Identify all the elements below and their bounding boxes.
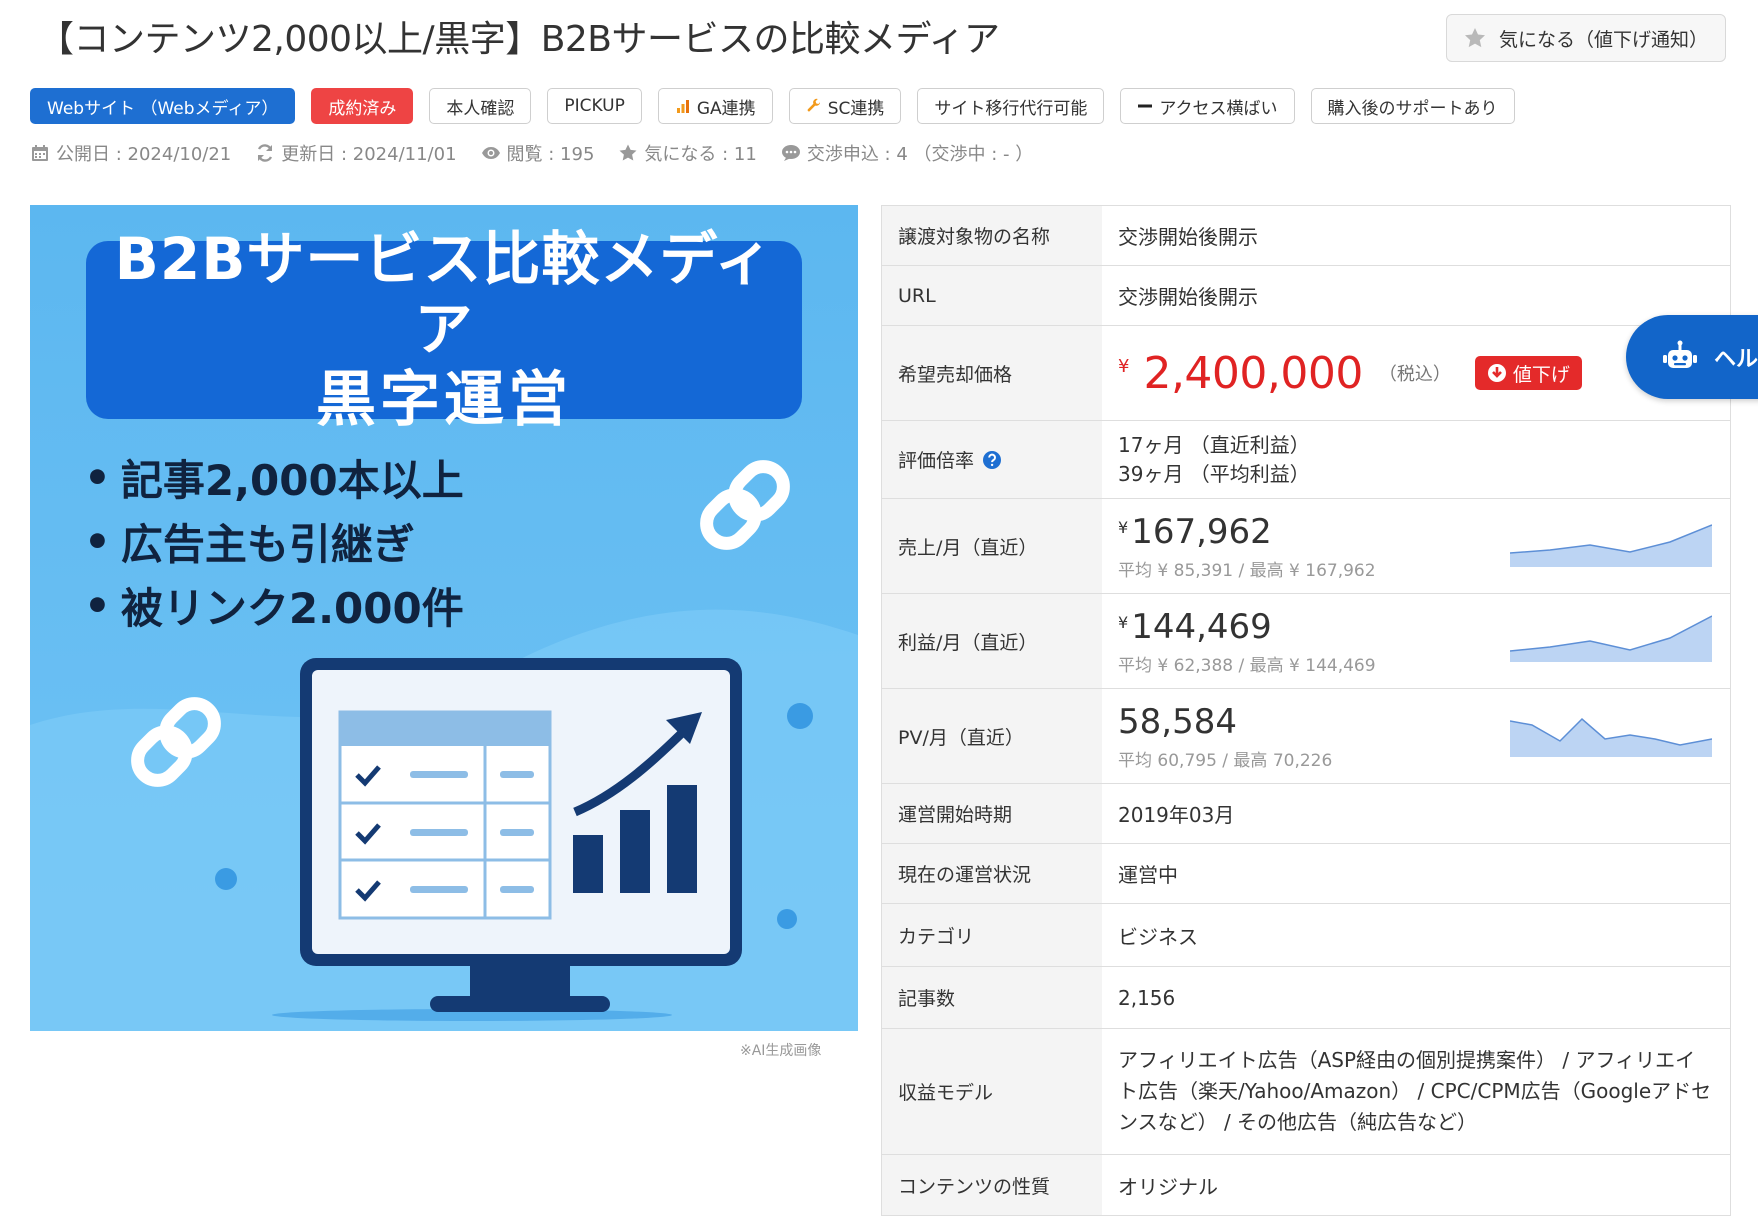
detail-label: 希望売却価格: [882, 326, 1102, 420]
hero-banner: B2Bサービス比較メディア 黒字運営: [86, 225, 802, 435]
detail-label: PV/月（直近）: [882, 689, 1102, 783]
hero-banner-line2: 黒字運営: [316, 365, 572, 435]
tax-note: （税込）: [1378, 364, 1451, 385]
question-circle-icon[interactable]: [982, 450, 1002, 470]
favorite-count: 気になる : 11: [618, 140, 757, 166]
detail-label: 収益モデル: [882, 1029, 1102, 1154]
detail-row-name: 譲渡対象物の名称 交渉開始後開示: [882, 206, 1731, 266]
detail-label: 利益/月（直近）: [882, 594, 1102, 688]
eye-icon: [481, 147, 500, 159]
tag-ga-linked[interactable]: GA連携: [657, 88, 773, 124]
price-box: ¥ 2,400,000 （税込） 値下げ: [1118, 348, 1582, 399]
detail-row-status: 現在の運営状況 運営中: [882, 844, 1731, 904]
price-drop-badge: 値下げ: [1474, 356, 1582, 390]
detail-label: 運営開始時期: [882, 784, 1102, 843]
detail-value: 運営中: [1102, 844, 1731, 903]
detail-row-category: カテゴリ ビジネス: [882, 904, 1731, 967]
price-currency: ¥: [1118, 355, 1130, 377]
detail-label: コンテンツの性質: [882, 1155, 1102, 1215]
listing-details-table: 譲渡対象物の名称 交渉開始後開示 URL 交渉開始後開示 希望売却価格 ¥ 2,…: [881, 205, 1731, 1216]
detail-value: 2019年03月: [1102, 784, 1731, 843]
sales-value: 167,962: [1131, 511, 1272, 552]
tag-sc-linked[interactable]: SC連携: [788, 88, 902, 124]
hero-banner-line1: B2Bサービス比較メディア: [114, 225, 774, 363]
listing-hero-image: B2Bサービス比較メディア 黒字運営 記事2,000本以上 広告主も引継ぎ 被リ…: [30, 205, 858, 1031]
detail-row-start: 運営開始時期 2019年03月: [882, 784, 1731, 844]
detail-value: ビジネス: [1102, 904, 1731, 966]
detail-value: アフィリエイト広告（ASP経由の個別提携案件） / アフィリエイト広告（楽天/Y…: [1118, 1048, 1712, 1134]
detail-value: 交渉開始後開示: [1102, 206, 1731, 265]
sales-summary: 平均 ¥ 85,391 / 最高 ¥ 167,962: [1118, 560, 1376, 581]
bar-chart-icon: [676, 100, 689, 113]
tag-pickup[interactable]: PICKUP: [547, 88, 642, 124]
view-count: 閲覧 : 195: [481, 140, 594, 166]
favorite-button[interactable]: 気になる（値下げ通知）: [1446, 14, 1726, 62]
pv-value: 58,584: [1118, 701, 1237, 742]
page-title: 【コンテンツ2,000以上/黒字】B2Bサービスの比較メディア: [38, 19, 1000, 60]
star-icon: [619, 144, 637, 161]
hero-bullets: 記事2,000本以上 広告主も引継ぎ 被リンク2.000件: [84, 445, 464, 637]
tag-identity-verified[interactable]: 本人確認: [429, 88, 532, 124]
detail-row-pv: PV/月（直近） 58,584 平均 60,795 / 最高 70,226: [882, 689, 1731, 784]
profit-value: 144,469: [1131, 606, 1272, 647]
detail-value: 交渉開始後開示: [1102, 266, 1731, 325]
profit-sparkline: [1510, 615, 1712, 662]
detail-row-ratio: 評価倍率 17ヶ月 （直近利益） 39ヶ月 （平均利益）: [882, 421, 1731, 499]
detail-label: 現在の運営状況: [882, 844, 1102, 903]
refresh-icon: [258, 144, 273, 162]
detail-value: オリジナル: [1102, 1155, 1731, 1215]
tag-list: Webサイト （Webメディア） 成約済み 本人確認 PICKUP GA連携 S…: [30, 88, 1515, 124]
help-tab[interactable]: ヘルプ: [1626, 315, 1758, 399]
tag-migration-available[interactable]: サイト移行代行可能: [917, 88, 1105, 124]
help-tab-label: ヘルプ: [1714, 347, 1758, 372]
ai-image-caption: ※AI生成画像: [740, 1043, 822, 1059]
sales-sparkline: [1510, 524, 1712, 567]
arrow-down-circle-icon: [1487, 364, 1506, 382]
asking-price: 2,400,000: [1143, 347, 1363, 399]
pv-summary: 平均 60,795 / 最高 70,226: [1118, 750, 1333, 771]
detail-row-sales: 売上/月（直近） ¥167,962 平均 ¥ 85,391 / 最高 ¥ 167…: [882, 499, 1731, 594]
tag-post-support[interactable]: 購入後のサポートあり: [1310, 88, 1515, 124]
profit-summary: 平均 ¥ 62,388 / 最高 ¥ 144,469: [1118, 655, 1376, 676]
ratio-recent: 17ヶ月 （直近利益）: [1118, 432, 1310, 457]
hero-bullet: 広告主も引継ぎ: [84, 509, 464, 573]
detail-label: URL: [882, 266, 1102, 325]
ratio-average: 39ヶ月 （平均利益）: [1118, 461, 1310, 486]
detail-label: 評価倍率: [898, 450, 975, 472]
tag-access-flat[interactable]: アクセス横ばい: [1120, 88, 1295, 124]
published-date: 公開日 : 2024/10/21: [30, 140, 231, 166]
comment-icon: [781, 145, 800, 161]
calendar-icon: [32, 145, 48, 161]
detail-label: 譲渡対象物の名称: [882, 206, 1102, 265]
minus-icon: [1138, 104, 1153, 108]
tag-website-type[interactable]: Webサイト （Webメディア）: [30, 88, 296, 124]
detail-label: 記事数: [882, 967, 1102, 1028]
tag-closed[interactable]: 成約済み: [311, 88, 414, 124]
favorite-button-label: 気になる（値下げ通知）: [1499, 28, 1709, 51]
detail-row-content: コンテンツの性質 オリジナル: [882, 1155, 1731, 1216]
hero-bullet: 記事2,000本以上: [84, 445, 464, 509]
pv-sparkline: [1510, 717, 1712, 757]
currency-symbol: ¥: [1118, 517, 1129, 537]
detail-row-url: URL 交渉開始後開示: [882, 266, 1731, 326]
offer-count: 交渉申込 : 4 （交渉中 : - ）: [781, 140, 1033, 166]
listing-meta: 公開日 : 2024/10/21 更新日 : 2024/11/01 閲覧 : 1…: [30, 140, 1033, 166]
detail-value: 2,156: [1102, 967, 1731, 1028]
hero-bullet: 被リンク2.000件: [84, 573, 464, 637]
detail-row-articles: 記事数 2,156: [882, 967, 1731, 1029]
link-icon: [700, 460, 790, 550]
detail-label: 売上/月（直近）: [882, 499, 1102, 593]
updated-date: 更新日 : 2024/11/01: [255, 140, 457, 166]
wrench-icon: [807, 98, 820, 112]
robot-icon: [1663, 340, 1697, 368]
detail-row-profit: 利益/月（直近） ¥144,469 平均 ¥ 62,388 / 最高 ¥ 144…: [882, 594, 1731, 689]
star-icon: [1465, 28, 1485, 48]
currency-symbol: ¥: [1118, 612, 1129, 632]
detail-row-price: 希望売却価格 ¥ 2,400,000 （税込） 値下げ: [882, 326, 1731, 421]
detail-label: カテゴリ: [882, 904, 1102, 966]
detail-row-revenue: 収益モデル アフィリエイト広告（ASP経由の個別提携案件） / アフィリエイト広…: [882, 1029, 1731, 1155]
